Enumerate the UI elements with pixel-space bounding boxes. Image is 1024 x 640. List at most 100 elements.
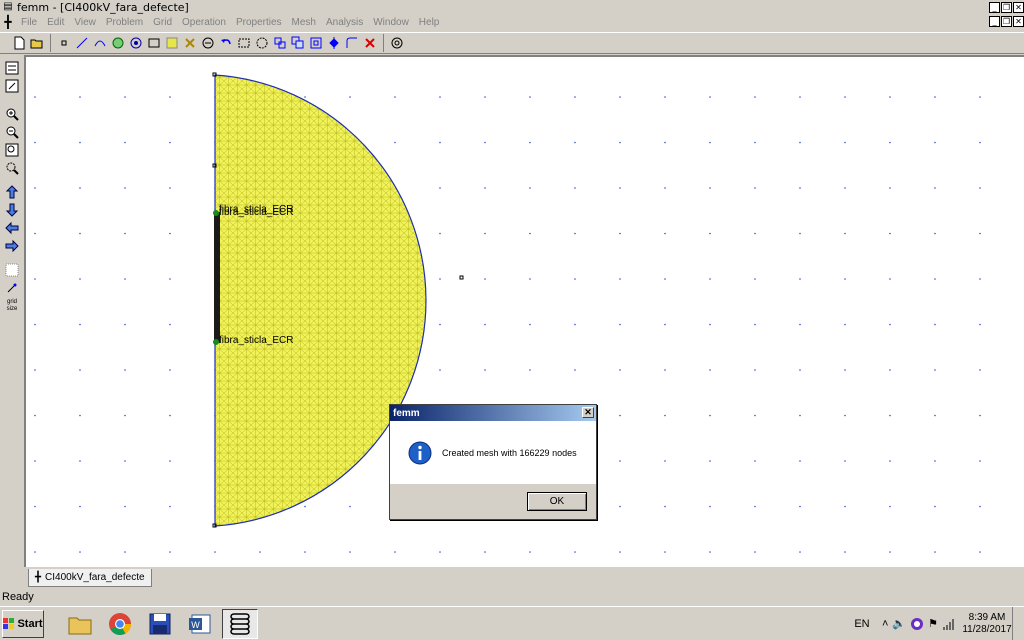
zoom-window-icon[interactable]: [3, 160, 21, 176]
mdi-child-icon[interactable]: ╋: [0, 15, 16, 29]
block-label-2: fibra_sticla_ECR: [219, 207, 293, 218]
insulator-rod: [214, 212, 220, 343]
menu-bar: ╋ File Edit View Problem Grid Operation …: [0, 14, 1024, 30]
block-label-button[interactable]: [109, 34, 127, 52]
toolbar-separator: [383, 34, 384, 52]
clock-time: 8:39 AM: [968, 611, 1006, 623]
dialog-close-button[interactable]: ✕: [582, 407, 594, 418]
grid-size-button[interactable]: grid size: [3, 298, 21, 314]
properties-button[interactable]: [388, 34, 406, 52]
femm-app-icon: ▤: [3, 1, 13, 12]
windows-logo-icon: [3, 617, 15, 629]
document-tab[interactable]: ╋ CI400kV_fara_defecte: [28, 569, 152, 587]
copy-button[interactable]: [289, 34, 307, 52]
femm-taskbar-icon[interactable]: [222, 608, 258, 639]
toolbar-separator: [50, 34, 51, 52]
word-taskbar-icon[interactable]: W: [182, 609, 218, 639]
zoom-out-icon[interactable]: [3, 124, 21, 140]
restore-button[interactable]: ❐: [1001, 1, 1012, 13]
document-tab-bar: ╋ CI400kV_fara_defecte: [24, 568, 1024, 588]
menu-grid[interactable]: Grid: [148, 17, 177, 28]
explorer-taskbar-icon[interactable]: [62, 609, 98, 639]
window-controls: _ ❐ ✕: [989, 1, 1024, 13]
block-label-3: fibra_sticla_ECR: [219, 335, 293, 346]
left-toolbar: grid size: [0, 58, 24, 563]
menu-properties[interactable]: Properties: [231, 17, 287, 28]
menu-view[interactable]: View: [69, 17, 101, 28]
network-signal-icon[interactable]: [942, 617, 956, 631]
volume-icon[interactable]: 🔈: [892, 617, 906, 630]
system-tray: EN ˄ 🔈 ⚑ 8:39 AM 11/28/2017: [850, 607, 1024, 640]
minimize-button[interactable]: _: [989, 1, 1000, 13]
ok-button[interactable]: OK: [527, 492, 587, 511]
main-toolbar: [0, 32, 1024, 54]
zoom-natural-icon[interactable]: [3, 142, 21, 158]
dialog-title: femm: [393, 407, 420, 419]
mesh-created-dialog: femm ✕ Created mesh with 166229 nodes OK: [389, 404, 597, 520]
dialog-title-bar: femm ✕: [390, 405, 596, 421]
menu-problem[interactable]: Problem: [101, 17, 148, 28]
mdi-minimize-button[interactable]: _: [989, 16, 1000, 27]
pan-right-icon[interactable]: [3, 238, 21, 254]
snap-grid-icon[interactable]: [3, 280, 21, 296]
menu-file[interactable]: File: [16, 17, 42, 28]
mdi-restore-button[interactable]: ❐: [1001, 16, 1012, 27]
select-circle-button[interactable]: [253, 34, 271, 52]
app-tray-icon[interactable]: [910, 617, 924, 631]
dialog-body: Created mesh with 166229 nodes: [390, 421, 596, 484]
save-disk-taskbar-icon[interactable]: [142, 609, 178, 639]
document-tab-label: CI400kV_fara_defecte: [45, 572, 145, 583]
arc-mode-button[interactable]: [91, 34, 109, 52]
scale-button[interactable]: [307, 34, 325, 52]
segment-mode-button[interactable]: [73, 34, 91, 52]
document-icon: ╋: [35, 572, 42, 583]
zoom-window-button[interactable]: [145, 34, 163, 52]
show-names-button[interactable]: [3, 60, 21, 76]
svg-text:W: W: [191, 620, 200, 630]
analyze-button[interactable]: [181, 34, 199, 52]
menu-edit[interactable]: Edit: [42, 17, 69, 28]
delete-button[interactable]: [361, 34, 379, 52]
undo-button[interactable]: [217, 34, 235, 52]
fillet-button[interactable]: [343, 34, 361, 52]
taskbar: Start W EN ˄ 🔈 ⚑ 8:39 AM 11/28/2017: [0, 606, 1024, 640]
mdi-window-controls: _ ❐ ✕: [989, 16, 1024, 27]
action-center-flag-icon[interactable]: ⚑: [928, 617, 938, 630]
close-button[interactable]: ✕: [1013, 1, 1024, 13]
menu-operation[interactable]: Operation: [177, 17, 231, 28]
show-desktop-button[interactable]: [1012, 607, 1024, 640]
menu-analysis[interactable]: Analysis: [321, 17, 368, 28]
start-button[interactable]: Start: [2, 609, 44, 638]
show-hidden-icons-icon[interactable]: ˄: [882, 618, 888, 630]
dialog-message: Created mesh with 166229 nodes: [442, 447, 577, 458]
node-mode-button[interactable]: [55, 34, 73, 52]
select-window-button[interactable]: [235, 34, 253, 52]
menu-mesh[interactable]: Mesh: [287, 17, 321, 28]
info-icon: [408, 441, 432, 464]
title-bar: ▤ femm - [CI400kV_fara_defecte] _ ❐ ✕: [0, 0, 1024, 14]
view-results-button[interactable]: [199, 34, 217, 52]
window-title: femm - [CI400kV_fara_defecte]: [17, 0, 189, 14]
chrome-taskbar-icon[interactable]: [102, 609, 138, 639]
mesh-button[interactable]: [163, 34, 181, 52]
open-file-button[interactable]: [28, 34, 46, 52]
group-mode-button[interactable]: [127, 34, 145, 52]
menu-help[interactable]: Help: [414, 17, 445, 28]
edit-points-button[interactable]: [3, 78, 21, 94]
menu-window[interactable]: Window: [368, 17, 414, 28]
new-file-button[interactable]: [10, 34, 28, 52]
mdi-close-button[interactable]: ✕: [1013, 16, 1024, 27]
mirror-button[interactable]: [325, 34, 343, 52]
language-indicator[interactable]: EN: [850, 618, 874, 630]
pan-left-icon[interactable]: [3, 220, 21, 236]
pan-up-icon[interactable]: [3, 184, 21, 200]
clock[interactable]: 8:39 AM 11/28/2017: [962, 612, 1012, 636]
status-text: Ready: [2, 591, 34, 603]
start-label: Start: [17, 617, 43, 630]
clock-date: 11/28/2017: [962, 623, 1012, 635]
tray-icons: ˄ 🔈 ⚑: [882, 617, 956, 631]
show-grid-icon[interactable]: [3, 262, 21, 278]
pan-down-icon[interactable]: [3, 202, 21, 218]
move-button[interactable]: [271, 34, 289, 52]
zoom-in-icon[interactable]: [3, 106, 21, 122]
